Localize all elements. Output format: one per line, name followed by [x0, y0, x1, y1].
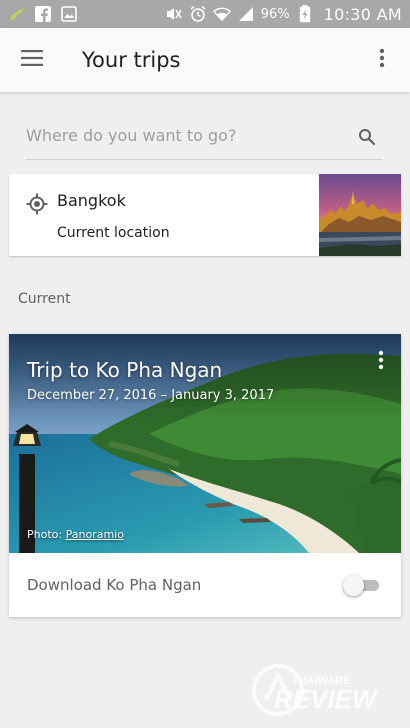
status-bar-system: 96% 10:30 AM — [165, 5, 402, 24]
more-options-button[interactable] — [354, 28, 410, 92]
trip-card[interactable]: Trip to Ko Pha Ngan December 27, 2016 – … — [9, 334, 401, 617]
download-row[interactable]: Download Ko Pha Ngan — [9, 553, 401, 617]
page-title: Your trips — [82, 48, 181, 72]
watermark-brand-bottom: REVIEW — [274, 684, 379, 714]
search-icon[interactable] — [358, 128, 378, 148]
menu-button[interactable] — [0, 28, 64, 92]
download-label: Download Ko Pha Ngan — [27, 576, 202, 594]
current-location-card[interactable]: Bangkok Current location — [9, 174, 401, 256]
app-bar: Your trips — [0, 28, 410, 92]
trip-title: Trip to Ko Pha Ngan — [27, 358, 223, 382]
battery-charging-icon — [296, 5, 314, 23]
alarm-icon — [189, 5, 207, 23]
trip-dates: December 27, 2016 – January 3, 2017 — [27, 388, 275, 403]
mute-icon — [165, 5, 183, 23]
more-vert-icon — [378, 350, 384, 374]
location-subtitle: Current location — [57, 225, 170, 241]
download-toggle[interactable] — [343, 575, 379, 596]
status-bar-notifications — [8, 5, 78, 23]
search-bar[interactable]: Where do you want to go? — [26, 112, 382, 160]
my-location-icon — [25, 192, 49, 216]
trip-more-button[interactable] — [371, 350, 391, 374]
bangkok-thumbnail — [319, 174, 401, 256]
section-current-label: Current — [18, 291, 71, 307]
toggle-thumb — [343, 575, 364, 596]
battery-percent: 96% — [260, 6, 290, 22]
status-time: 10:30 AM — [323, 4, 402, 24]
photo-credit-prefix: Photo: — [27, 528, 63, 541]
search-input[interactable]: Where do you want to go? — [26, 126, 236, 145]
facebook-icon — [34, 5, 52, 23]
signal-icon — [237, 5, 255, 23]
more-vert-icon — [379, 48, 385, 72]
gallery-icon — [60, 5, 78, 23]
notification-icon — [8, 5, 26, 23]
hamburger-menu-icon — [21, 50, 43, 70]
thaiware-review-watermark: THAIWARE REVIEW — [248, 660, 398, 720]
wifi-icon — [212, 5, 231, 23]
current-location-info: Bangkok Current location — [9, 174, 319, 256]
location-city: Bangkok — [57, 191, 126, 210]
photo-credit: Photo: Panoramio — [27, 528, 124, 541]
trip-cover-image[interactable]: Trip to Ko Pha Ngan December 27, 2016 – … — [9, 334, 401, 553]
photo-source-link[interactable]: Panoramio — [66, 528, 124, 541]
status-bar: 96% 10:30 AM — [0, 0, 410, 28]
